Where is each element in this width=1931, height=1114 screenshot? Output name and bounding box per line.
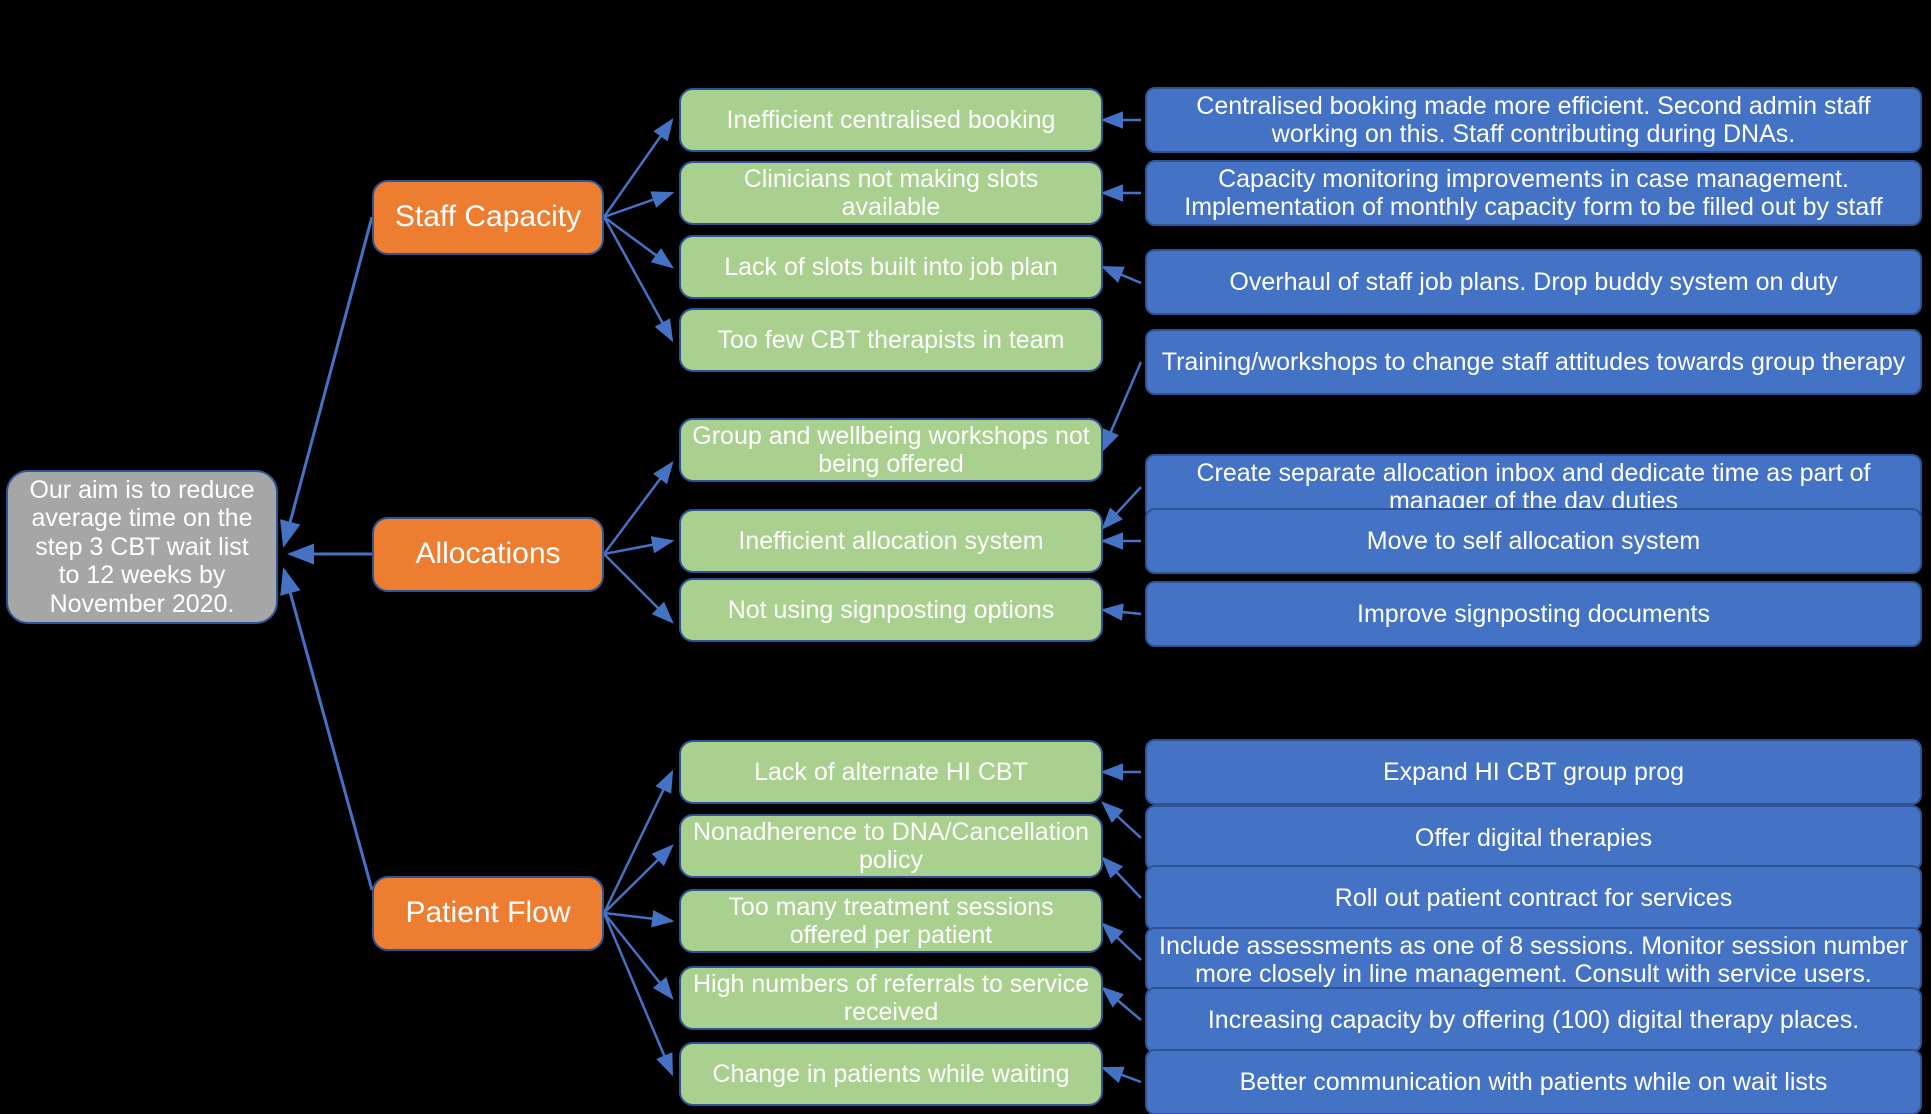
- cause-label: Change in patients while waiting: [712, 1059, 1070, 1088]
- aim-node[interactable]: Our aim is to reduce average time on the…: [6, 470, 278, 624]
- action-label: Offer digital therapies: [1414, 823, 1653, 852]
- cause-node-too-many-treatment-sessions-offered-per-patient[interactable]: Too many treatment sessions offered per …: [679, 889, 1103, 953]
- driver-cause-connectors: [602, 117, 675, 1077]
- action-node-include-assessments-in-sessions[interactable]: Include assessments as one of 8 sessions…: [1145, 927, 1922, 993]
- cause-label: Nonadherence to DNA/Cancellation policy: [692, 817, 1090, 875]
- action-label: Overhaul of staff job plans. Drop buddy …: [1229, 267, 1838, 296]
- driver-label: Patient Flow: [405, 896, 571, 930]
- aim-driver-connectors: [280, 216, 374, 891]
- cause-label: Too few CBT therapists in team: [717, 325, 1065, 354]
- driver-label: Staff Capacity: [394, 200, 582, 234]
- action-node-overhaul-job-plans[interactable]: Overhaul of staff job plans. Drop buddy …: [1145, 249, 1922, 315]
- action-node-increase-digital-therapy-places[interactable]: Increasing capacity by offering (100) di…: [1145, 987, 1922, 1053]
- action-node-better-communication-wait-lists[interactable]: Better communication with patients while…: [1145, 1049, 1922, 1114]
- cause-node-lack-of-slots-built-into-job-plan[interactable]: Lack of slots built into job plan: [679, 235, 1103, 299]
- action-node-expand-hi-cbt-group-prog[interactable]: Expand HI CBT group prog: [1145, 739, 1922, 805]
- action-label: Create separate allocation inbox and ded…: [1196, 458, 1871, 516]
- cause-label: Inefficient allocation system: [738, 526, 1044, 555]
- cause-label: Clinicians not making slots available: [743, 164, 1039, 222]
- action-label: Increasing capacity by offering (100) di…: [1207, 1005, 1860, 1034]
- aim-label: Our aim is to reduce average time on the…: [29, 475, 255, 618]
- action-label: Improve signposting documents: [1357, 599, 1710, 628]
- cause-label: High numbers of referrals to service rec…: [693, 969, 1089, 1027]
- cause-node-inefficient-allocation-system[interactable]: Inefficient allocation system: [679, 509, 1103, 573]
- action-node-training-workshops-group-therapy[interactable]: Training/workshops to change staff attit…: [1145, 329, 1922, 395]
- cause-label: Not using signposting options: [727, 595, 1055, 624]
- driver-node-patient-flow[interactable]: Patient Flow: [372, 876, 604, 951]
- action-node-self-allocation-system[interactable]: Move to self allocation system: [1145, 508, 1922, 574]
- action-label: Include assessments as one of 8 sessions…: [1159, 931, 1908, 989]
- action-node-capacity-monitoring[interactable]: Capacity monitoring improvements in case…: [1145, 160, 1922, 226]
- cause-node-inefficient-centralised-booking[interactable]: Inefficient centralised booking: [679, 88, 1103, 152]
- driver-node-allocations[interactable]: Allocations: [372, 517, 604, 592]
- cause-label: Group and wellbeing workshops not being …: [692, 421, 1090, 479]
- action-node-offer-digital-therapies[interactable]: Offer digital therapies: [1145, 805, 1922, 871]
- cause-label: Lack of slots built into job plan: [724, 252, 1058, 281]
- cause-node-high-numbers-of-referrals-to-service-received[interactable]: High numbers of referrals to service rec…: [679, 966, 1103, 1030]
- cause-label: Inefficient centralised booking: [726, 105, 1056, 134]
- action-label: Training/workshops to change staff attit…: [1161, 347, 1906, 376]
- cause-node-nonadherence-to-dna-cancellation-policy[interactable]: Nonadherence to DNA/Cancellation policy: [679, 814, 1103, 878]
- cause-node-lack-of-alternate-hi-cbt[interactable]: Lack of alternate HI CBT: [679, 740, 1103, 804]
- action-node-centralised-booking-efficiency[interactable]: Centralised booking made more efficient.…: [1145, 87, 1922, 153]
- action-node-improve-signposting-documents[interactable]: Improve signposting documents: [1145, 581, 1922, 647]
- cause-node-group-and-wellbeing-workshops-not-being-offered[interactable]: Group and wellbeing workshops not being …: [679, 418, 1103, 482]
- cause-node-not-using-signposting-options[interactable]: Not using signposting options: [679, 578, 1103, 642]
- action-label: Capacity monitoring improvements in case…: [1184, 164, 1883, 222]
- cause-node-change-in-patients-while-waiting[interactable]: Change in patients while waiting: [679, 1042, 1103, 1106]
- action-cause-connectors: [1100, 111, 1143, 1084]
- action-label: Roll out patient contract for services: [1334, 883, 1733, 912]
- cause-label: Too many treatment sessions offered per …: [728, 892, 1054, 950]
- cause-label: Lack of alternate HI CBT: [754, 757, 1028, 786]
- action-label: Centralised booking made more efficient.…: [1196, 91, 1871, 149]
- driver-label: Allocations: [415, 537, 561, 571]
- action-label: Expand HI CBT group prog: [1382, 757, 1685, 786]
- action-label: Better communication with patients while…: [1239, 1067, 1828, 1096]
- cause-node-too-few-cbt-therapists-in-team[interactable]: Too few CBT therapists in team: [679, 308, 1103, 372]
- driver-node-staff-capacity[interactable]: Staff Capacity: [372, 180, 604, 255]
- action-label: Move to self allocation system: [1366, 526, 1701, 555]
- driver-diagram-canvas: Our aim is to reduce average time on the…: [0, 0, 1931, 1114]
- cause-node-clinicians-not-making-slots-available[interactable]: Clinicians not making slots available: [679, 161, 1103, 225]
- action-node-roll-out-patient-contract[interactable]: Roll out patient contract for services: [1145, 865, 1922, 931]
